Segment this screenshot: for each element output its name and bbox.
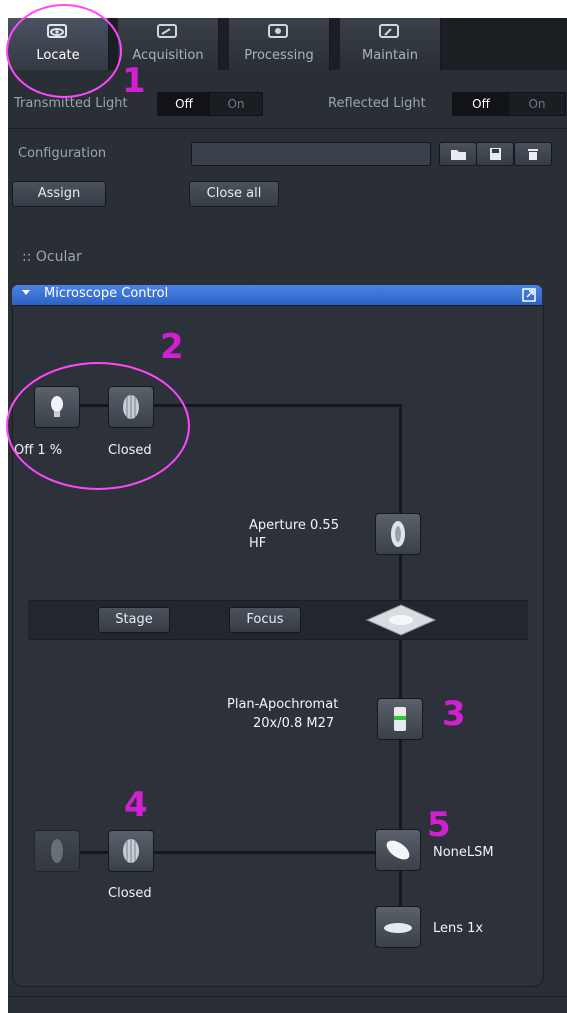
focus-button[interactable]: Focus — [229, 607, 301, 633]
objective-icon — [394, 707, 406, 731]
gear-icon — [268, 24, 288, 38]
lamp-off-icon — [51, 839, 63, 863]
acquisition-icon — [157, 24, 177, 38]
transmitted-light-toggle[interactable]: Off On — [157, 92, 263, 116]
shutter-icon — [123, 839, 139, 863]
reflector-button[interactable] — [375, 829, 421, 871]
reflected-lamp-button[interactable] — [34, 830, 80, 872]
reflector-label: NoneLSM — [433, 845, 494, 860]
mirror-icon — [386, 840, 410, 860]
objective-button[interactable] — [377, 698, 423, 740]
collapse-icon[interactable] — [22, 290, 30, 295]
microscope-control-header[interactable]: Microscope Control — [12, 285, 542, 305]
reflected-shutter-status: Closed — [108, 886, 152, 901]
configuration-field[interactable] — [191, 142, 431, 166]
reflected-light-toggle[interactable]: Off On — [452, 92, 566, 116]
tab-label: Processing — [244, 48, 314, 63]
delete-config-button[interactable] — [514, 142, 552, 166]
divider — [8, 128, 567, 129]
wrench-icon — [379, 24, 399, 38]
annotation-2: 2 — [160, 327, 184, 367]
lens-icon — [384, 923, 412, 933]
condenser-icon — [391, 521, 405, 547]
stage-button[interactable]: Stage — [98, 607, 170, 633]
reflected-light-label: Reflected Light — [328, 96, 426, 111]
folder-icon — [451, 150, 466, 160]
annotation-ring-locate — [6, 4, 122, 98]
configuration-label: Configuration — [18, 146, 107, 161]
transmitted-light-label: Transmitted Light — [14, 96, 128, 111]
save-config-button[interactable] — [476, 142, 514, 166]
transmitted-off-option[interactable]: Off — [158, 93, 210, 115]
tab-maintain[interactable]: Maintain — [340, 18, 441, 70]
objective-name: Plan-Apochromat — [227, 697, 339, 712]
ocular-section[interactable]: :: Ocular — [22, 249, 82, 265]
assign-button[interactable]: Assign — [12, 181, 106, 207]
reflected-shutter-button[interactable] — [108, 830, 154, 872]
objective-spec: 20x/0.8 M27 — [253, 716, 335, 731]
stage-icon[interactable] — [365, 603, 437, 637]
popout-icon[interactable] — [522, 288, 536, 302]
tab-processing[interactable]: Processing — [229, 18, 330, 70]
condenser-aperture-button[interactable] — [375, 513, 421, 555]
microscope-control-title: Microscope Control — [44, 286, 169, 301]
close-all-button[interactable]: Close all — [189, 181, 279, 207]
tube-lens-button[interactable] — [375, 906, 421, 948]
light-path — [150, 404, 402, 407]
save-icon — [490, 148, 501, 160]
annotation-ring-lamp — [6, 362, 190, 490]
open-config-button[interactable] — [439, 142, 477, 166]
annotation-3: 3 — [442, 694, 466, 734]
tab-label: Maintain — [362, 48, 418, 63]
divider — [8, 996, 567, 997]
transmitted-on-option[interactable]: On — [210, 93, 262, 115]
reflected-on-option[interactable]: On — [509, 93, 565, 115]
annotation-1: 1 — [122, 61, 146, 101]
tube-lens-label: Lens 1x — [433, 921, 484, 936]
trash-icon — [528, 149, 538, 160]
aperture-label: Aperture 0.55 — [249, 518, 339, 533]
annotation-5: 5 — [427, 805, 451, 845]
reflected-off-option[interactable]: Off — [453, 93, 509, 115]
aperture-type: HF — [249, 536, 267, 551]
annotation-4: 4 — [124, 785, 148, 825]
